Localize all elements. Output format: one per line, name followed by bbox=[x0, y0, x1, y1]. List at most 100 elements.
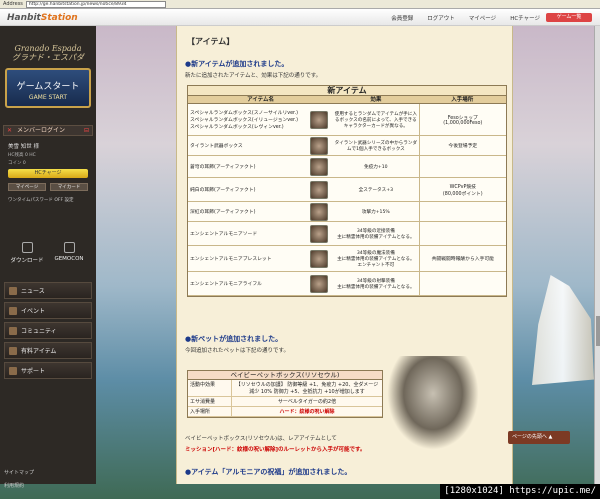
mypage-link[interactable]: マイページ bbox=[469, 14, 496, 22]
page-top-label: ページの先頭へ bbox=[512, 434, 547, 440]
logo-accent: Station bbox=[40, 13, 78, 23]
new-items-note: 新たに追加されたアイテムと、効果は下記の通りです。 bbox=[185, 73, 322, 79]
member-login-label: メンバーログイン bbox=[17, 127, 66, 134]
item-name: エンシェントアルモニアソード bbox=[190, 232, 258, 237]
page-top-button[interactable]: ページの先頭へ ▲ bbox=[508, 431, 570, 444]
close-icon: ✕ bbox=[7, 127, 13, 134]
menu-event[interactable]: イベント bbox=[4, 302, 92, 319]
header-name: アイテム名 bbox=[247, 97, 275, 103]
game-list-button[interactable]: ゲーム一覧 bbox=[546, 13, 592, 22]
table-row: エンシェントアルモニアソード 34等級の近接装備 主に精霊体用の装備アイテムとなる… bbox=[188, 222, 506, 246]
table-row: 入手場所 ハード：紋様の呪い解除 bbox=[188, 407, 382, 417]
pet-value: ハード：紋様の呪い解除 bbox=[279, 409, 335, 415]
item-name: 深紅の耳飾(アーティファクト) bbox=[190, 210, 256, 215]
scrollbar[interactable] bbox=[594, 26, 600, 484]
table-row: エンシェントアルモニアライフル 34等級の射撃装備 主に精霊体用の装備アイテムとな… bbox=[188, 272, 506, 296]
pet-key: 活動中効果 bbox=[188, 380, 232, 396]
item-source: WCPvP競技 (80,000ポイント) bbox=[418, 178, 506, 201]
menu-community[interactable]: コミュニティ bbox=[4, 322, 92, 339]
top-navigation: HanbitStation 会員登録 ログアウト マイページ HCチャージ ゲー… bbox=[0, 9, 600, 26]
terms-link[interactable]: 利用規約 bbox=[4, 480, 34, 493]
table-row: エンシェントアルモニアブレスレット 34等級の魔法装備 主に精霊体用の装備アイテム… bbox=[188, 246, 506, 272]
item-icon bbox=[310, 180, 329, 199]
item-effect: 34等級の魔法装備 主に精霊体用の装備アイテムとなる。 エンチャント不可 bbox=[337, 250, 415, 268]
community-icon bbox=[9, 326, 17, 335]
pet-caption: ベイビーペットボックス(リソセウル) bbox=[188, 371, 382, 380]
item-icon bbox=[310, 249, 329, 268]
pet-key: 入手場所 bbox=[188, 407, 232, 416]
download-button[interactable]: ダウンロード bbox=[8, 242, 46, 264]
one-time-password[interactable]: ワンタイムパスワード OFF 設定 bbox=[8, 197, 74, 203]
register-link[interactable]: 会員登録 bbox=[391, 14, 413, 22]
site-logo[interactable]: HanbitStation bbox=[7, 13, 78, 23]
item-icon-cell bbox=[305, 104, 333, 135]
mypage-button[interactable]: マイページ bbox=[8, 183, 46, 191]
item-source bbox=[418, 202, 506, 221]
item-source bbox=[418, 222, 506, 245]
download-label: ダウンロード bbox=[10, 258, 44, 264]
table-row: タイラント武器ボックス タイラント武器シリーズの中からランダムで1個入手できるボッ… bbox=[188, 136, 506, 156]
table-row: 純白の耳飾(アーティファクト) 全ステータス+3 WCPvP競技 (80,000ポイ… bbox=[188, 178, 506, 202]
table-caption: 新アイテム bbox=[188, 86, 506, 96]
side-menu: ニュース イベント コミュニティ 有料アイテム サポート bbox=[4, 282, 92, 382]
download-row: ダウンロード GEMOCON bbox=[8, 242, 88, 264]
header-effect: 効果 bbox=[370, 97, 382, 103]
sidebar: Granado Espada グラナド・エスパダ ゲームスタート GAME ST… bbox=[0, 26, 96, 489]
news-icon bbox=[9, 286, 17, 295]
new-items-table: 新アイテム アイテム名 効果 入手場所 スペシャルランダムボックス(スノーサイル… bbox=[187, 85, 507, 297]
top-links: 会員登録 ログアウト マイページ HCチャージ bbox=[391, 14, 540, 22]
member-login-bar[interactable]: ✕ メンバーログイン ⊟ bbox=[3, 125, 93, 136]
item-icon bbox=[9, 346, 17, 355]
menu-label: イベント bbox=[21, 308, 46, 315]
image-credit: [1280x1024] https://upic.me/ bbox=[440, 484, 600, 499]
hc-charge-button[interactable]: HCチャージ bbox=[8, 169, 88, 178]
menu-support[interactable]: サポート bbox=[4, 362, 92, 379]
coin-balance: コイン 0 bbox=[8, 161, 26, 166]
logout-link[interactable]: ログアウト bbox=[427, 14, 455, 22]
sidebar-footer: サイトマップ 利用規約 bbox=[4, 467, 34, 493]
item-name: タイラント武器ボックス bbox=[190, 144, 243, 149]
gemocon-label: GEMOCON bbox=[54, 256, 84, 262]
item-effect: 免疫力+10 bbox=[364, 164, 388, 170]
item-icon bbox=[310, 110, 329, 129]
item-effect: 全ステータス+3 bbox=[358, 187, 393, 193]
menu-label: コミュニティ bbox=[21, 328, 57, 335]
item-icon-cell bbox=[305, 136, 333, 155]
sitemap-link[interactable]: サイトマップ bbox=[4, 467, 34, 480]
new-pet-note: 今回追加されたペットは下記の通りです。 bbox=[185, 348, 289, 354]
table-row: 深紅の耳飾(アーティファクト) 攻撃力+15% bbox=[188, 202, 506, 222]
item-effect: 34等級の近接装備 主に精霊体用の装備アイテムとなる。 bbox=[337, 228, 415, 240]
gemocon-button[interactable]: GEMOCON bbox=[50, 242, 88, 264]
pet-illustration bbox=[387, 356, 479, 450]
logo-main: Hanbit bbox=[7, 13, 41, 23]
game-start-label: ゲームスタート bbox=[16, 82, 80, 92]
menu-paid-items[interactable]: 有料アイテム bbox=[4, 342, 92, 359]
download-icon bbox=[21, 242, 33, 253]
pet-desc-2: ミッション[ハード：紋様の呪い解除]のルーレットから入手が可能です。 bbox=[185, 447, 366, 453]
menu-label: ニュース bbox=[21, 288, 45, 295]
menu-label: サポート bbox=[21, 368, 46, 375]
brand-logo[interactable]: Granado Espada グラナド・エスパダ bbox=[10, 44, 86, 62]
mycard-button[interactable]: マイカード bbox=[50, 183, 88, 191]
item-icon-cell bbox=[305, 202, 333, 221]
pet-value: サーベルタイガーの約2倍 bbox=[277, 399, 337, 405]
address-input[interactable]: http://ge.hanbitstation.jp/news/notice/8… bbox=[25, 0, 166, 8]
table-header: アイテム名 効果 入手場所 bbox=[188, 96, 506, 104]
hc-charge-link[interactable]: HCチャージ bbox=[510, 14, 540, 22]
item-icon-cell bbox=[305, 246, 333, 271]
account-buttons: マイページ マイカード bbox=[8, 183, 88, 191]
item-source bbox=[418, 156, 506, 177]
item-effect: 使用するとランダムでアイテムが手に入るボックスの名前によって、入手できるキャラク… bbox=[334, 111, 417, 129]
item-effect: 34等級の射撃装備 主に精霊体用の装備アイテムとなる。 bbox=[337, 278, 415, 290]
gemocon-icon bbox=[63, 242, 75, 253]
item-icon-cell bbox=[305, 156, 333, 177]
menu-news[interactable]: ニュース bbox=[4, 282, 92, 299]
header-source: 入手場所 bbox=[451, 97, 474, 103]
table-row: 蒼穹の耳飾(アーティファクト) 免疫力+10 bbox=[188, 156, 506, 178]
item-name: 蒼穹の耳飾(アーティファクト) bbox=[190, 165, 256, 170]
item-source: 共闘戦闘時報酬から入手可能 bbox=[418, 246, 506, 271]
game-start-button[interactable]: ゲームスタート GAME START bbox=[5, 68, 91, 108]
item-name: エンシェントアルモニアブレスレット bbox=[190, 257, 272, 262]
item-icon bbox=[310, 157, 329, 176]
scrollbar-thumb[interactable] bbox=[596, 316, 600, 346]
